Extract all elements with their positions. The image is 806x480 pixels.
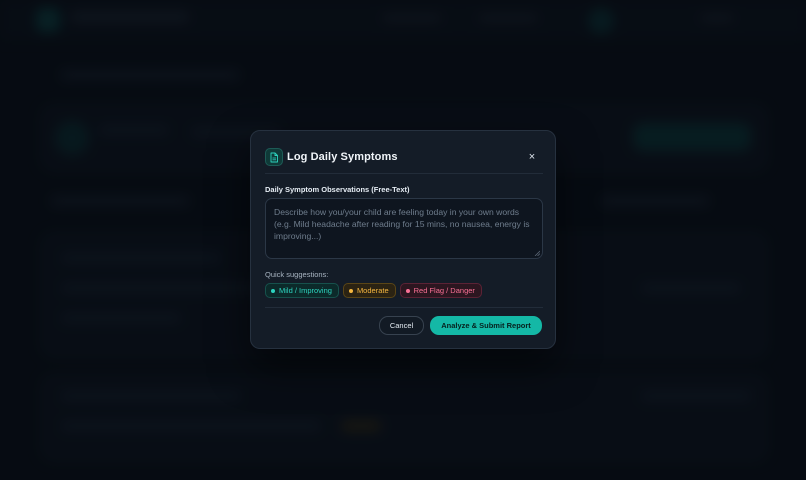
close-button[interactable]: × xyxy=(525,150,539,164)
quick-suggestions: Mild / Improving Moderate Red Flag / Dan… xyxy=(265,283,482,298)
modal-header: Log Daily Symptoms × xyxy=(265,147,543,167)
footer-divider xyxy=(265,307,543,308)
status-dot-icon xyxy=(348,288,353,293)
status-dot-icon xyxy=(405,288,410,293)
log-symptoms-modal: Log Daily Symptoms × Daily Symptom Obser… xyxy=(250,130,556,349)
chip-mild-improving[interactable]: Mild / Improving xyxy=(265,283,339,298)
symptom-observations-label: Daily Symptom Observations (Free-Text) xyxy=(265,185,410,194)
cancel-button[interactable]: Cancel xyxy=(379,316,424,335)
symptom-observations-textarea[interactable]: Describe how you/your child are feeling … xyxy=(265,198,543,259)
chip-red-flag-danger[interactable]: Red Flag / Danger xyxy=(399,283,482,298)
status-dot-icon xyxy=(271,288,275,293)
chip-moderate[interactable]: Moderate xyxy=(342,283,396,298)
resize-grip-icon[interactable] xyxy=(534,250,540,256)
chip-label: Moderate xyxy=(356,286,389,295)
chip-label: Red Flag / Danger xyxy=(413,286,475,295)
header-divider xyxy=(265,173,543,174)
chip-label: Mild / Improving xyxy=(279,286,332,295)
document-icon-glyph xyxy=(270,152,278,162)
modal-footer: Cancel Analyze & Submit Report xyxy=(379,316,542,335)
document-icon xyxy=(265,148,283,166)
textarea-placeholder: Describe how you/your child are feeling … xyxy=(274,207,530,241)
analyze-submit-button[interactable]: Analyze & Submit Report xyxy=(430,316,542,335)
modal-title: Log Daily Symptoms xyxy=(287,151,398,163)
quick-suggestions-label: Quick suggestions: xyxy=(265,270,329,279)
